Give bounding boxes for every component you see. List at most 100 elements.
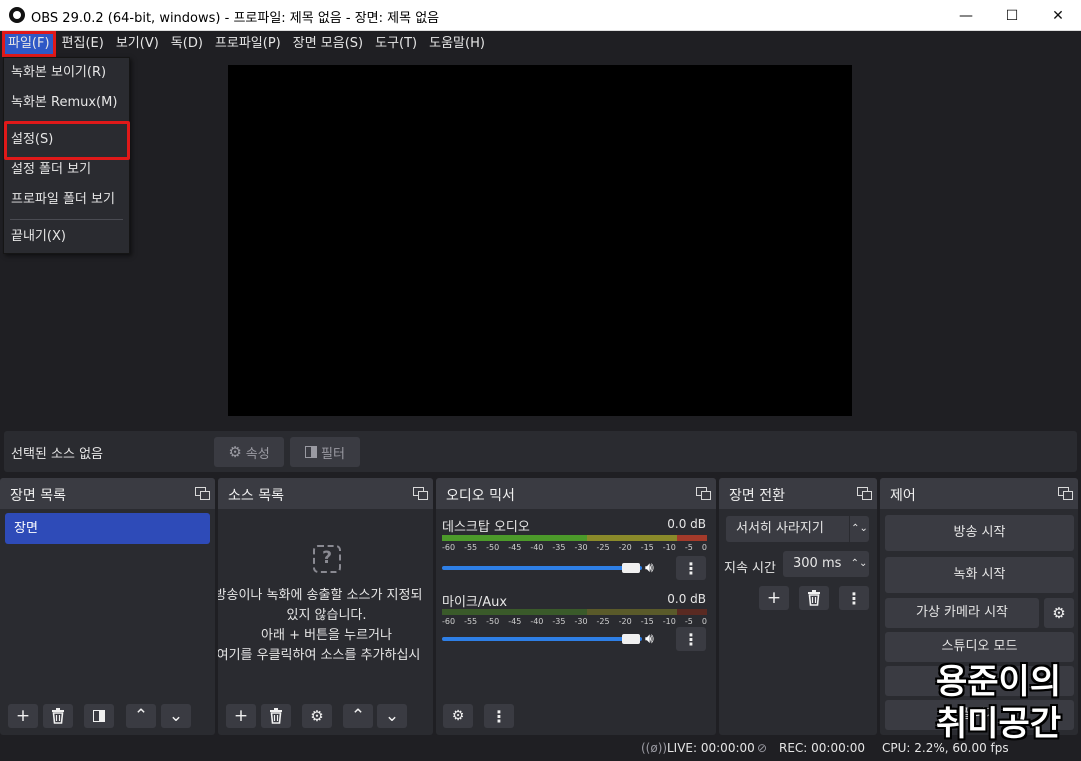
menu-show-settings-folder[interactable]: 설정 폴더 보기 — [4, 157, 129, 183]
empty-line: 방송이나 녹화에 송출할 소스가 지정되 — [218, 588, 423, 603]
watermark: 용준이의 취미공간 — [936, 661, 1076, 745]
menu-file[interactable]: 파일(F) — [2, 31, 56, 57]
volume-slider-handle[interactable] — [622, 634, 640, 644]
speaker-icon[interactable]: 🔊︎ — [645, 631, 665, 647]
empty-line: 있지 않습니다. — [286, 608, 367, 623]
meter-scale: -60 -55 -50 -45 -40 -35 -30 -25 -20 -15 … — [442, 543, 707, 552]
menu-show-recordings[interactable]: 녹화본 보이기(R) — [4, 60, 129, 86]
gear-icon: ⚙ — [310, 707, 324, 725]
dock-header: 오디오 믹서 — [436, 478, 716, 509]
maximize-button[interactable]: ☐ — [989, 0, 1035, 31]
undock-icon[interactable] — [857, 487, 872, 500]
preview-canvas[interactable] — [228, 65, 852, 416]
meter-tick: -55 — [464, 617, 478, 626]
meter-tick: -15 — [640, 543, 654, 552]
undock-icon[interactable] — [1058, 487, 1073, 500]
minimize-button[interactable]: — — [943, 0, 989, 31]
advanced-audio-properties-button[interactable]: ⚙ — [443, 704, 473, 728]
virtual-camera-settings-button[interactable]: ⚙ — [1044, 598, 1074, 628]
menu-scene-collection[interactable]: 장면 모음(S) — [287, 31, 369, 57]
dock-title: 소스 목록 — [228, 488, 284, 504]
channel-menu-button[interactable]: ⋮ — [676, 556, 706, 580]
volume-slider[interactable] — [442, 637, 642, 641]
sources-empty-message[interactable]: 방송이나 녹화에 송출할 소스가 지정되 있지 않습니다. 아래 + 버튼을 누… — [218, 586, 435, 666]
add-source-button[interactable]: + — [226, 704, 256, 728]
properties-label: 속성 — [245, 446, 270, 462]
spin-arrows-icon: ⌃⌄ — [849, 516, 869, 542]
empty-line: 아래 + 버튼을 누르거나 — [261, 628, 392, 643]
scene-filters-button[interactable] — [84, 704, 114, 728]
duration-value: 300 ms — [793, 556, 842, 571]
dock-title: 오디오 믹서 — [446, 488, 515, 504]
move-scene-down-button[interactable]: ⌄ — [161, 704, 191, 728]
properties-button[interactable]: ⚙ 속성 — [214, 437, 284, 467]
channel-menu-button[interactable]: ⋮ — [676, 627, 706, 651]
start-recording-button[interactable]: 녹화 시작 — [885, 557, 1074, 593]
duration-spinbox[interactable]: 300 ms ⌃⌄ — [783, 551, 869, 577]
start-streaming-button[interactable]: 방송 시작 — [885, 515, 1074, 551]
meter-yellow-fill — [587, 609, 677, 615]
meter-tick: -5 — [684, 543, 693, 552]
menu-view[interactable]: 보기(V) — [110, 31, 165, 57]
menu-profile[interactable]: 프로파일(P) — [209, 31, 287, 57]
menu-tools[interactable]: 도구(T) — [369, 31, 423, 57]
trash-icon — [52, 708, 64, 724]
empty-line: 여기를 우클릭하여 소스를 추가하십시 — [218, 648, 421, 663]
menu-exit[interactable]: 끝내기(X) — [4, 224, 129, 250]
network-icon: ((ø)) — [641, 741, 668, 755]
remove-scene-button[interactable] — [43, 704, 73, 728]
add-scene-button[interactable]: + — [8, 704, 38, 728]
transition-select[interactable]: 서서히 사라지기 ⌃⌄ — [726, 516, 869, 542]
volume-meter — [442, 609, 707, 615]
meter-red-fill — [677, 609, 707, 615]
meter-tick: -35 — [552, 543, 566, 552]
meter-tick: -45 — [508, 617, 522, 626]
question-icon: ? — [313, 545, 341, 573]
plus-icon: + — [766, 588, 782, 608]
studio-mode-button[interactable]: 스튜디오 모드 — [885, 632, 1074, 662]
dock-title: 제어 — [890, 488, 916, 504]
dock-header: 소스 목록 — [218, 478, 433, 509]
filters-button[interactable]: 필터 — [290, 437, 360, 467]
filters-label: 필터 — [321, 446, 345, 462]
menu-edit[interactable]: 편집(E) — [56, 31, 110, 57]
scene-transitions-dock: 장면 전환 서서히 사라지기 ⌃⌄ 지속 시간 300 ms ⌃⌄ + ⋮ — [719, 478, 877, 735]
move-source-down-button[interactable]: ⌄ — [377, 704, 407, 728]
scene-list-item[interactable]: 장면 — [5, 513, 210, 544]
gear-icon: ⚙ — [1052, 604, 1066, 622]
meter-tick: -30 — [574, 543, 588, 552]
meter-tick: -60 — [442, 617, 456, 626]
meter-green-fill — [442, 535, 587, 541]
menu-remux-recordings[interactable]: 녹화본 Remux(M) — [4, 90, 129, 116]
menu-docks[interactable]: 독(D) — [165, 31, 209, 57]
undock-icon[interactable] — [413, 487, 428, 500]
kebab-icon: ⋮ — [683, 629, 699, 649]
add-transition-button[interactable]: + — [759, 586, 789, 610]
volume-meter — [442, 535, 707, 541]
trash-icon — [270, 708, 282, 724]
meter-tick: -60 — [442, 543, 456, 552]
remove-transition-button[interactable] — [799, 586, 829, 610]
move-source-up-button[interactable]: ⌃ — [343, 704, 373, 728]
close-button[interactable]: ✕ — [1035, 0, 1081, 31]
mixer-menu-button[interactable]: ⋮ — [484, 704, 514, 728]
meter-tick: -55 — [464, 543, 478, 552]
kebab-icon: ⋮ — [491, 706, 507, 726]
menu-show-profile-folder[interactable]: 프로파일 폴더 보기 — [4, 187, 129, 213]
remove-source-button[interactable] — [261, 704, 291, 728]
source-properties-button[interactable]: ⚙ — [302, 704, 332, 728]
transition-menu-button[interactable]: ⋮ — [839, 586, 869, 610]
dock-title: 장면 목록 — [10, 488, 66, 504]
meter-tick: -40 — [530, 543, 544, 552]
live-time: LIVE: 00:00:00 — [667, 741, 755, 755]
meter-tick: -50 — [486, 543, 500, 552]
undock-icon[interactable] — [696, 487, 711, 500]
move-scene-up-button[interactable]: ⌃ — [126, 704, 156, 728]
start-virtual-camera-button[interactable]: 가상 카메라 시작 — [885, 598, 1039, 628]
speaker-icon[interactable]: 🔊︎ — [645, 560, 665, 576]
undock-icon[interactable] — [195, 487, 210, 500]
volume-slider-handle[interactable] — [622, 563, 640, 573]
audio-channel-name: 마이크/Aux — [442, 595, 508, 610]
volume-slider[interactable] — [442, 566, 642, 570]
menu-help[interactable]: 도움말(H) — [423, 31, 491, 57]
